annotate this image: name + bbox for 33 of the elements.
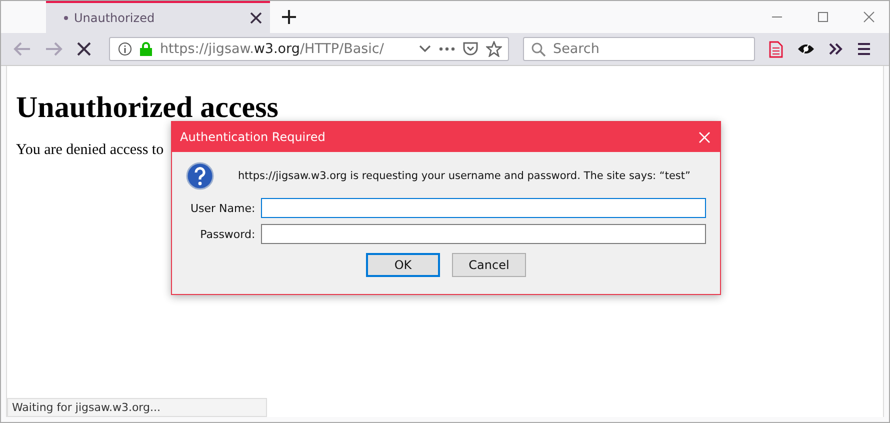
new-tab-icon[interactable] xyxy=(282,10,296,24)
field-label: Password: xyxy=(199,228,256,240)
page-heading: Unauthorized access xyxy=(16,91,278,125)
chevron-down-icon[interactable] xyxy=(419,45,431,53)
lock-icon[interactable] xyxy=(140,42,152,56)
close-icon[interactable] xyxy=(863,11,875,23)
overflow-icon[interactable] xyxy=(829,43,843,55)
menu-icon[interactable] xyxy=(857,43,871,55)
dialog-button[interactable]: OK xyxy=(366,253,440,277)
maximize-icon[interactable] xyxy=(817,11,829,23)
status-bar: Waiting for jigsaw.w3.org... xyxy=(7,398,267,417)
page-paragraph: You are denied access to xyxy=(16,142,164,159)
more-icon[interactable] xyxy=(439,47,455,51)
loading-dot-icon xyxy=(64,16,68,20)
close-tab-icon[interactable] xyxy=(250,12,262,24)
browser-tab[interactable]: Unauthorized xyxy=(46,1,270,33)
dialog-message: https://jigsaw.w3.org is requesting your username and password. The site says: “test” xyxy=(238,170,690,182)
input-field[interactable] xyxy=(261,224,706,244)
stop-icon[interactable] xyxy=(77,42,91,56)
search-field[interactable]: Search xyxy=(523,37,755,61)
eye-icon[interactable] xyxy=(797,43,815,55)
url-text: https://jigsaw.w3.org/HTTP/Basic/ xyxy=(160,41,384,57)
question-icon xyxy=(186,162,214,190)
field-label: User Name: xyxy=(189,202,256,214)
tab-title: Unauthorized xyxy=(74,11,156,25)
input-field[interactable] xyxy=(261,198,706,218)
dialog-title: Authentication Required xyxy=(180,130,326,144)
pocket-icon[interactable] xyxy=(463,42,478,56)
dialog-button[interactable]: Cancel xyxy=(452,253,526,277)
address-bar[interactable]: https://jigsaw.w3.org/HTTP/Basic/ xyxy=(109,37,509,61)
document-icon[interactable] xyxy=(769,40,783,58)
info-icon[interactable] xyxy=(118,42,132,56)
star-icon[interactable] xyxy=(486,41,502,57)
